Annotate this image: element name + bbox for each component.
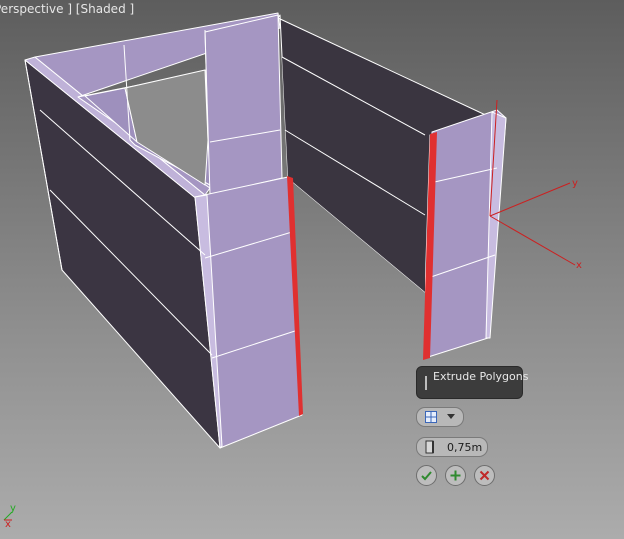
viewport-label[interactable]: Perspective ] [Shaded ] (0, 2, 134, 16)
plus-icon (450, 470, 461, 481)
gizmo-x-label: x (576, 260, 582, 271)
extrude-polygons-caddy[interactable]: Extrude Polygons (416, 366, 528, 399)
extrusion-type-dropdown[interactable] (416, 407, 464, 427)
height-icon (425, 440, 434, 454)
caddy-grip-icon[interactable] (425, 376, 427, 390)
perspective-viewport[interactable]: y x y x (0, 0, 624, 539)
apply-button[interactable] (445, 465, 466, 486)
checkmark-icon (421, 471, 432, 481)
caddy-title: Extrude Polygons (433, 370, 529, 383)
gizmo-y-label: y (572, 178, 578, 189)
height-value[interactable]: 0,75m (447, 441, 482, 454)
world-axis-x-label: x (5, 519, 11, 530)
ok-button[interactable] (416, 465, 437, 486)
grid-extrusion-icon (425, 411, 437, 423)
chevron-down-icon (447, 414, 455, 419)
cancel-button[interactable] (474, 465, 495, 486)
world-axis-y-label: y (10, 503, 16, 514)
close-icon (479, 470, 490, 481)
extrusion-height-field[interactable]: 0,75m (416, 437, 488, 457)
back-wall-pillar (204, 14, 283, 196)
